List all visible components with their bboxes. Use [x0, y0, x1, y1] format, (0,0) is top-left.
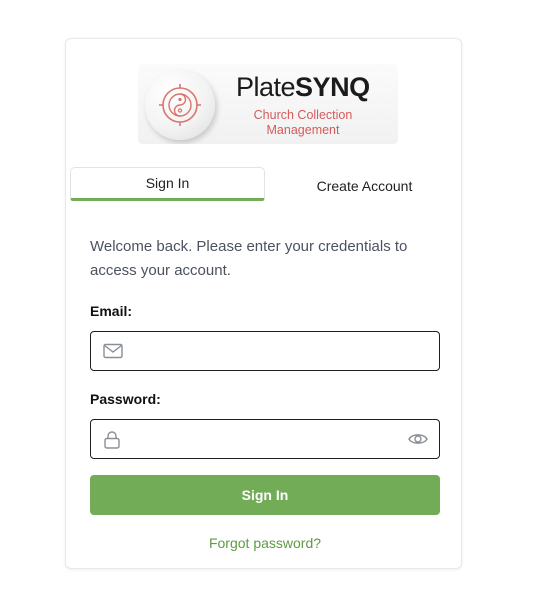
email-field-wrapper — [90, 331, 440, 371]
welcome-message: Welcome back. Please enter your credenti… — [90, 238, 408, 279]
password-field-wrapper — [90, 419, 440, 459]
mail-icon — [103, 343, 123, 364]
tab-sign-in[interactable]: Sign In — [70, 167, 265, 201]
password-input[interactable] — [131, 420, 401, 458]
tab-create-account[interactable]: Create Account — [267, 169, 462, 203]
forgot-password-link[interactable]: Forgot password? — [90, 535, 440, 551]
password-label: Password: — [90, 391, 161, 407]
yin-yang-target-icon — [145, 70, 215, 140]
auth-tabs: Sign In Create Account — [70, 167, 460, 201]
brand-name-light: Plate — [236, 72, 296, 102]
sign-in-card: PlateSYNQ Church Collection Management S… — [65, 38, 462, 569]
brand-subtitle: Church Collection Management — [233, 108, 373, 138]
eye-icon[interactable] — [408, 432, 428, 451]
email-label: Email: — [90, 303, 133, 319]
brand-name: PlateSYNQ — [236, 72, 370, 103]
brand-subtitle-line1: Church Collection — [253, 108, 353, 122]
brand-name-bold: SYNQ — [295, 72, 370, 102]
lock-icon — [103, 431, 121, 454]
brand-subtitle-line2: Management — [266, 123, 340, 137]
platesynq-logo: PlateSYNQ Church Collection Management — [138, 64, 398, 144]
sign-in-button[interactable]: Sign In — [90, 475, 440, 515]
email-input[interactable] — [131, 332, 401, 370]
